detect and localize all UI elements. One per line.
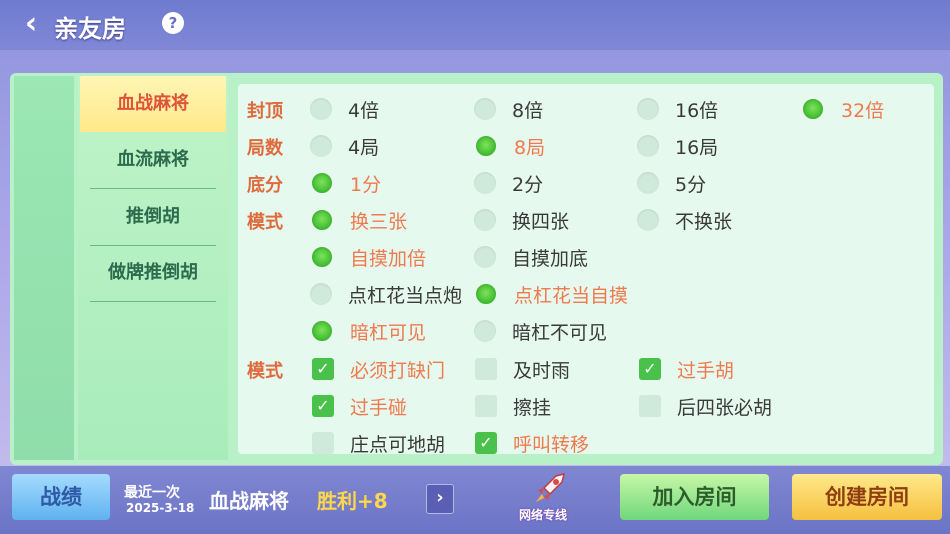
check-bixudaque[interactable]: ✓ 必须打缺门 — [312, 356, 445, 382]
moshi-option-zimo[interactable]: 点杠花当自摸 — [474, 281, 628, 307]
check-cagua[interactable]: 擦挂 — [475, 393, 551, 419]
game-type-sidebar: 血战麻将 血流麻将 推倒胡 做牌推倒胡 — [78, 76, 228, 460]
difen-label: 底分 — [247, 175, 283, 196]
radio-icon — [310, 283, 332, 305]
radio-icon — [637, 135, 659, 157]
moshi-option-zimojiadi[interactable]: 自摸加底 — [474, 244, 588, 270]
radio-icon — [637, 209, 659, 231]
radio-icon — [474, 246, 496, 268]
join-room-button[interactable]: 加入房间 — [620, 474, 769, 520]
radio-icon — [474, 98, 496, 120]
sidebar-item-xuezhan[interactable]: 血战麻将 — [80, 76, 226, 132]
page-title: 亲友房 — [54, 15, 126, 43]
moshi-option-angangbukejian[interactable]: 暗杠不可见 — [474, 318, 607, 344]
moshi-option-huansi[interactable]: 换四张 — [474, 207, 569, 233]
radio-selected-icon — [474, 282, 498, 306]
check-housizhang[interactable]: 后四张必胡 — [639, 393, 772, 419]
radio-selected-icon — [801, 97, 825, 121]
last-game-type: 血战麻将 — [209, 489, 289, 513]
radio-selected-icon — [310, 208, 334, 232]
last-game-result: 胜利+8 — [317, 489, 388, 513]
radio-icon — [310, 135, 332, 157]
check-guoshoupeng[interactable]: ✓ 过手碰 — [312, 393, 407, 419]
top-bar — [0, 0, 950, 50]
more-records-button[interactable]: › — [426, 484, 454, 514]
radio-icon — [310, 98, 332, 120]
jushu-option-4[interactable]: 4局 — [310, 133, 379, 159]
jushu-option-16[interactable]: 16局 — [637, 133, 718, 159]
fengding-option-8[interactable]: 8倍 — [474, 96, 543, 122]
moshi-option-angangkejian[interactable]: 暗杠可见 — [310, 318, 426, 344]
radio-selected-icon — [310, 245, 334, 269]
create-room-button[interactable]: 创建房间 — [792, 474, 942, 520]
difen-option-2[interactable]: 2分 — [474, 170, 543, 196]
difen-option-5[interactable]: 5分 — [637, 170, 706, 196]
moshi-option-buhuan[interactable]: 不换张 — [637, 207, 732, 233]
checkbox-checked-icon: ✓ — [475, 432, 497, 454]
radio-selected-icon — [310, 319, 334, 343]
check-hujiaozhuanyi[interactable]: ✓ 呼叫转移 — [475, 430, 589, 454]
sidebar-item-zuopai[interactable]: 做牌推倒胡 — [90, 245, 216, 302]
radio-selected-icon — [474, 134, 498, 158]
moshi-option-huansan[interactable]: 换三张 — [310, 207, 407, 233]
moshi2-label: 模式 — [247, 361, 283, 382]
network-line-label: 网络专线 — [519, 508, 568, 522]
moshi-option-zimojiabei[interactable]: 自摸加倍 — [310, 244, 426, 270]
fengding-option-4[interactable]: 4倍 — [310, 96, 379, 122]
checkbox-icon — [312, 432, 334, 454]
fengding-option-16[interactable]: 16倍 — [637, 96, 718, 122]
jushu-option-8[interactable]: 8局 — [474, 133, 545, 159]
radio-icon — [474, 209, 496, 231]
record-button[interactable]: 战绩 — [12, 474, 110, 520]
moshi-label: 模式 — [247, 212, 283, 233]
sidebar-item-xueliu[interactable]: 血流麻将 — [90, 132, 216, 189]
rocket-icon[interactable] — [530, 472, 570, 508]
checkbox-checked-icon: ✓ — [312, 358, 334, 380]
radio-icon — [474, 172, 496, 194]
chevron-left-icon: ‹ — [24, 6, 38, 41]
chevron-right-icon: › — [436, 487, 444, 508]
last-game-date: 2025-3-18 — [126, 501, 195, 515]
checkbox-checked-icon: ✓ — [639, 358, 661, 380]
left-decoration-strip — [14, 76, 74, 460]
difen-option-1[interactable]: 1分 — [310, 170, 381, 196]
sidebar-item-tuidaohu[interactable]: 推倒胡 — [90, 189, 216, 246]
check-zhuangdian[interactable]: 庄点可地胡 — [312, 430, 445, 454]
radio-icon — [474, 320, 496, 342]
back-button[interactable]: ‹ — [14, 8, 48, 42]
checkbox-icon — [475, 395, 497, 417]
settings-content: 封顶 4倍 8倍 16倍 32倍 局数 4局 8局 16局 底分 1分 2分 5… — [238, 84, 934, 454]
check-jishiyu[interactable]: 及时雨 — [475, 356, 570, 382]
moshi-option-dianpao[interactable]: 点杠花当点炮 — [310, 281, 462, 307]
fengding-label: 封顶 — [247, 101, 283, 122]
jushu-label: 局数 — [247, 138, 283, 159]
radio-icon — [637, 172, 659, 194]
check-guoshouhu[interactable]: ✓ 过手胡 — [639, 356, 734, 382]
radio-selected-icon — [310, 171, 334, 195]
help-icon[interactable]: ? — [162, 12, 184, 34]
last-game-label: 最近一次 — [124, 485, 180, 501]
fengding-option-32[interactable]: 32倍 — [801, 96, 884, 122]
checkbox-icon — [475, 358, 497, 380]
checkbox-icon — [639, 395, 661, 417]
checkbox-checked-icon: ✓ — [312, 395, 334, 417]
radio-icon — [637, 98, 659, 120]
